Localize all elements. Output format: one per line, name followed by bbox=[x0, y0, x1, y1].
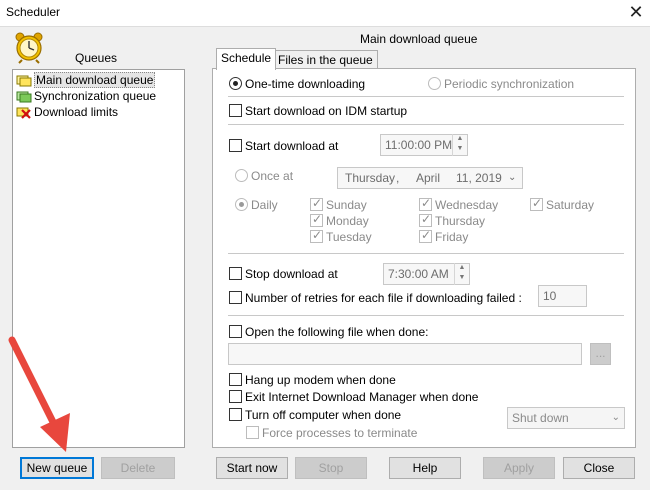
queue-item-label: Synchronization queue bbox=[34, 89, 157, 103]
start-now-button[interactable]: Start now bbox=[216, 457, 288, 479]
one-time-radio[interactable] bbox=[229, 77, 242, 90]
date-separator: , bbox=[396, 171, 400, 185]
one-time-label: One-time downloading bbox=[245, 77, 366, 91]
friday-checkbox[interactable] bbox=[419, 228, 432, 243]
retries-field[interactable]: 10 bbox=[538, 285, 587, 307]
thursday-label: Thursday bbox=[435, 214, 486, 228]
periodic-label: Periodic synchronization bbox=[444, 77, 575, 91]
main-title: Main download queue bbox=[360, 32, 478, 46]
date-month: April bbox=[416, 171, 441, 185]
queues-label: Queues bbox=[75, 51, 118, 65]
shutdown-value: Shut down bbox=[512, 411, 569, 425]
separator bbox=[228, 96, 624, 97]
retries-checkbox[interactable] bbox=[229, 291, 242, 304]
daily-label: Daily bbox=[251, 198, 278, 212]
start-on-startup-label: Start download on IDM startup bbox=[245, 104, 408, 118]
chevron-down-icon: ⌄ bbox=[611, 412, 620, 423]
queue-item-main[interactable]: Main download queue bbox=[16, 72, 156, 88]
force-terminate-label: Force processes to terminate bbox=[262, 426, 418, 440]
separator bbox=[228, 253, 624, 254]
tab-files-in-queue[interactable]: Files in the queue bbox=[273, 50, 378, 70]
turn-off-label: Turn off computer when done bbox=[245, 408, 402, 422]
friday-label: Friday bbox=[435, 230, 469, 244]
open-file-label: Open the following file when done: bbox=[245, 325, 429, 339]
chevron-down-icon[interactable]: ⌄ bbox=[508, 168, 516, 188]
tab-schedule[interactable]: Schedule bbox=[216, 48, 277, 70]
start-on-startup-checkbox[interactable] bbox=[229, 104, 242, 117]
monday-checkbox[interactable] bbox=[310, 212, 323, 227]
close-icon[interactable]: ✕ bbox=[624, 1, 648, 23]
separator bbox=[228, 124, 624, 125]
date-picker[interactable]: Thursday , April 11, 2019 ⌄ bbox=[337, 167, 523, 189]
close-button[interactable]: Close bbox=[563, 457, 635, 479]
once-at-radio[interactable] bbox=[235, 169, 248, 182]
stop-time-value: 7:30:00 AM bbox=[388, 267, 449, 281]
queue-item-label: Download limits bbox=[34, 105, 119, 119]
title-bar: Scheduler ✕ bbox=[0, 0, 650, 26]
force-terminate-checkbox[interactable] bbox=[246, 426, 259, 439]
start-at-label: Start download at bbox=[245, 139, 339, 153]
saturday-checkbox[interactable] bbox=[530, 196, 543, 211]
hang-up-label: Hang up modem when done bbox=[245, 373, 396, 387]
start-time-value: 11:00:00 PM bbox=[385, 138, 453, 152]
stop-at-checkbox[interactable] bbox=[229, 267, 242, 280]
sunday-label: Sunday bbox=[326, 198, 367, 212]
start-time-spinner[interactable]: ▲ ▼ bbox=[452, 134, 467, 156]
thursday-checkbox[interactable] bbox=[419, 212, 432, 227]
sync-queue-icon bbox=[16, 91, 32, 103]
daily-radio[interactable] bbox=[235, 198, 248, 211]
stop-button[interactable]: Stop bbox=[295, 457, 367, 479]
once-at-label: Once at bbox=[251, 169, 294, 183]
open-file-path-field[interactable] bbox=[228, 343, 582, 365]
queue-folder-icon bbox=[16, 75, 32, 87]
queue-list[interactable]: Main download queue Synchronization queu… bbox=[12, 69, 185, 448]
queue-item-sync[interactable]: Synchronization queue bbox=[16, 88, 156, 104]
help-button[interactable]: Help bbox=[389, 457, 461, 479]
exit-idm-checkbox[interactable] bbox=[229, 390, 242, 403]
start-at-checkbox[interactable] bbox=[229, 139, 242, 152]
shutdown-select[interactable]: Shut down ⌄ bbox=[507, 407, 625, 429]
stop-time-spinner[interactable]: ▲ ▼ bbox=[454, 263, 469, 285]
window-title: Scheduler bbox=[6, 5, 61, 19]
browse-button[interactable]: ... bbox=[590, 343, 611, 365]
periodic-radio[interactable] bbox=[428, 77, 441, 90]
tuesday-checkbox[interactable] bbox=[310, 228, 323, 243]
spin-up-icon[interactable]: ▲ bbox=[453, 134, 467, 144]
download-limits-icon bbox=[16, 107, 31, 119]
spin-up-icon[interactable]: ▲ bbox=[455, 263, 469, 273]
spin-down-icon[interactable]: ▼ bbox=[453, 144, 467, 154]
tuesday-label: Tuesday bbox=[326, 230, 372, 244]
retries-value: 10 bbox=[543, 289, 557, 303]
scheduler-clock-icon bbox=[15, 32, 43, 64]
wednesday-checkbox[interactable] bbox=[419, 196, 432, 211]
saturday-label: Saturday bbox=[546, 198, 595, 212]
date-rest: 11, 2019 bbox=[456, 171, 502, 185]
retries-label: Number of retries for each file if downl… bbox=[245, 291, 522, 305]
stop-at-label: Stop download at bbox=[245, 267, 338, 281]
queue-item-limits[interactable]: Download limits bbox=[16, 104, 118, 120]
monday-label: Monday bbox=[326, 214, 369, 228]
apply-button[interactable]: Apply bbox=[483, 457, 555, 479]
delete-button[interactable]: Delete bbox=[101, 457, 175, 479]
turn-off-checkbox[interactable] bbox=[229, 408, 242, 421]
queue-item-label: Main download queue bbox=[34, 72, 156, 88]
sunday-checkbox[interactable] bbox=[310, 196, 323, 211]
separator bbox=[228, 315, 624, 316]
open-file-checkbox[interactable] bbox=[229, 325, 242, 338]
new-queue-button[interactable]: New queue bbox=[20, 457, 94, 479]
date-day: Thursday bbox=[345, 171, 396, 185]
hang-up-checkbox[interactable] bbox=[229, 373, 242, 386]
spin-down-icon[interactable]: ▼ bbox=[455, 273, 469, 283]
exit-idm-label: Exit Internet Download Manager when done bbox=[245, 390, 479, 404]
wednesday-label: Wednesday bbox=[435, 198, 499, 212]
